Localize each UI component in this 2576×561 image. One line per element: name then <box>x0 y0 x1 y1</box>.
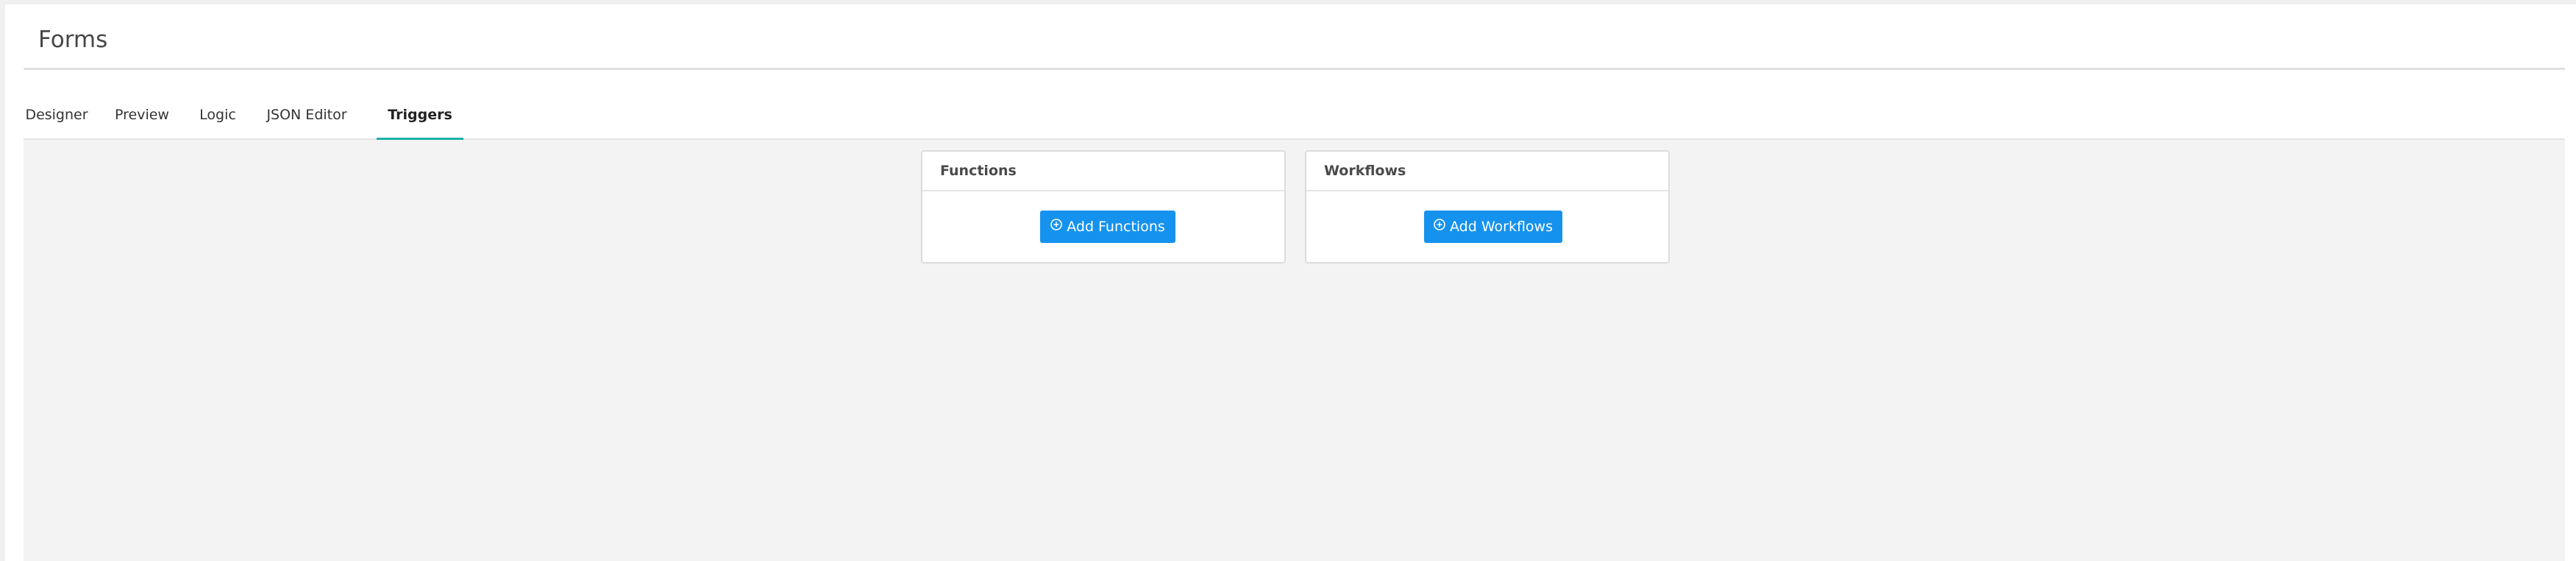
tab-designer[interactable]: Designer <box>24 100 90 138</box>
functions-card: Functions Add Functions <box>921 150 1286 264</box>
tab-json-editor[interactable]: JSON Editor <box>263 100 351 138</box>
triggers-panel: Functions Add Functions Workflows Add Wo… <box>24 140 2565 561</box>
tab-logic[interactable]: Logic <box>194 100 241 138</box>
workflows-card-title: Workflows <box>1306 152 1668 191</box>
tab-triggers[interactable]: Triggers <box>377 100 463 140</box>
title-divider <box>24 68 2565 70</box>
add-functions-button[interactable]: Add Functions <box>1040 211 1175 243</box>
tab-preview[interactable]: Preview <box>110 100 174 138</box>
add-workflows-button[interactable]: Add Workflows <box>1424 211 1562 243</box>
add-workflows-label: Add Workflows <box>1450 219 1553 235</box>
functions-card-title: Functions <box>922 152 1284 191</box>
workflows-card: Workflows Add Workflows <box>1305 150 1670 264</box>
page-title: Forms <box>38 27 108 53</box>
add-functions-label: Add Functions <box>1067 219 1165 235</box>
plus-circle-icon <box>1434 210 1445 242</box>
app-frame: Forms Designer Preview Logic JSON Editor… <box>5 4 2576 561</box>
tab-bar: Designer Preview Logic JSON Editor Trigg… <box>24 100 2565 140</box>
plus-circle-icon <box>1050 210 1063 242</box>
